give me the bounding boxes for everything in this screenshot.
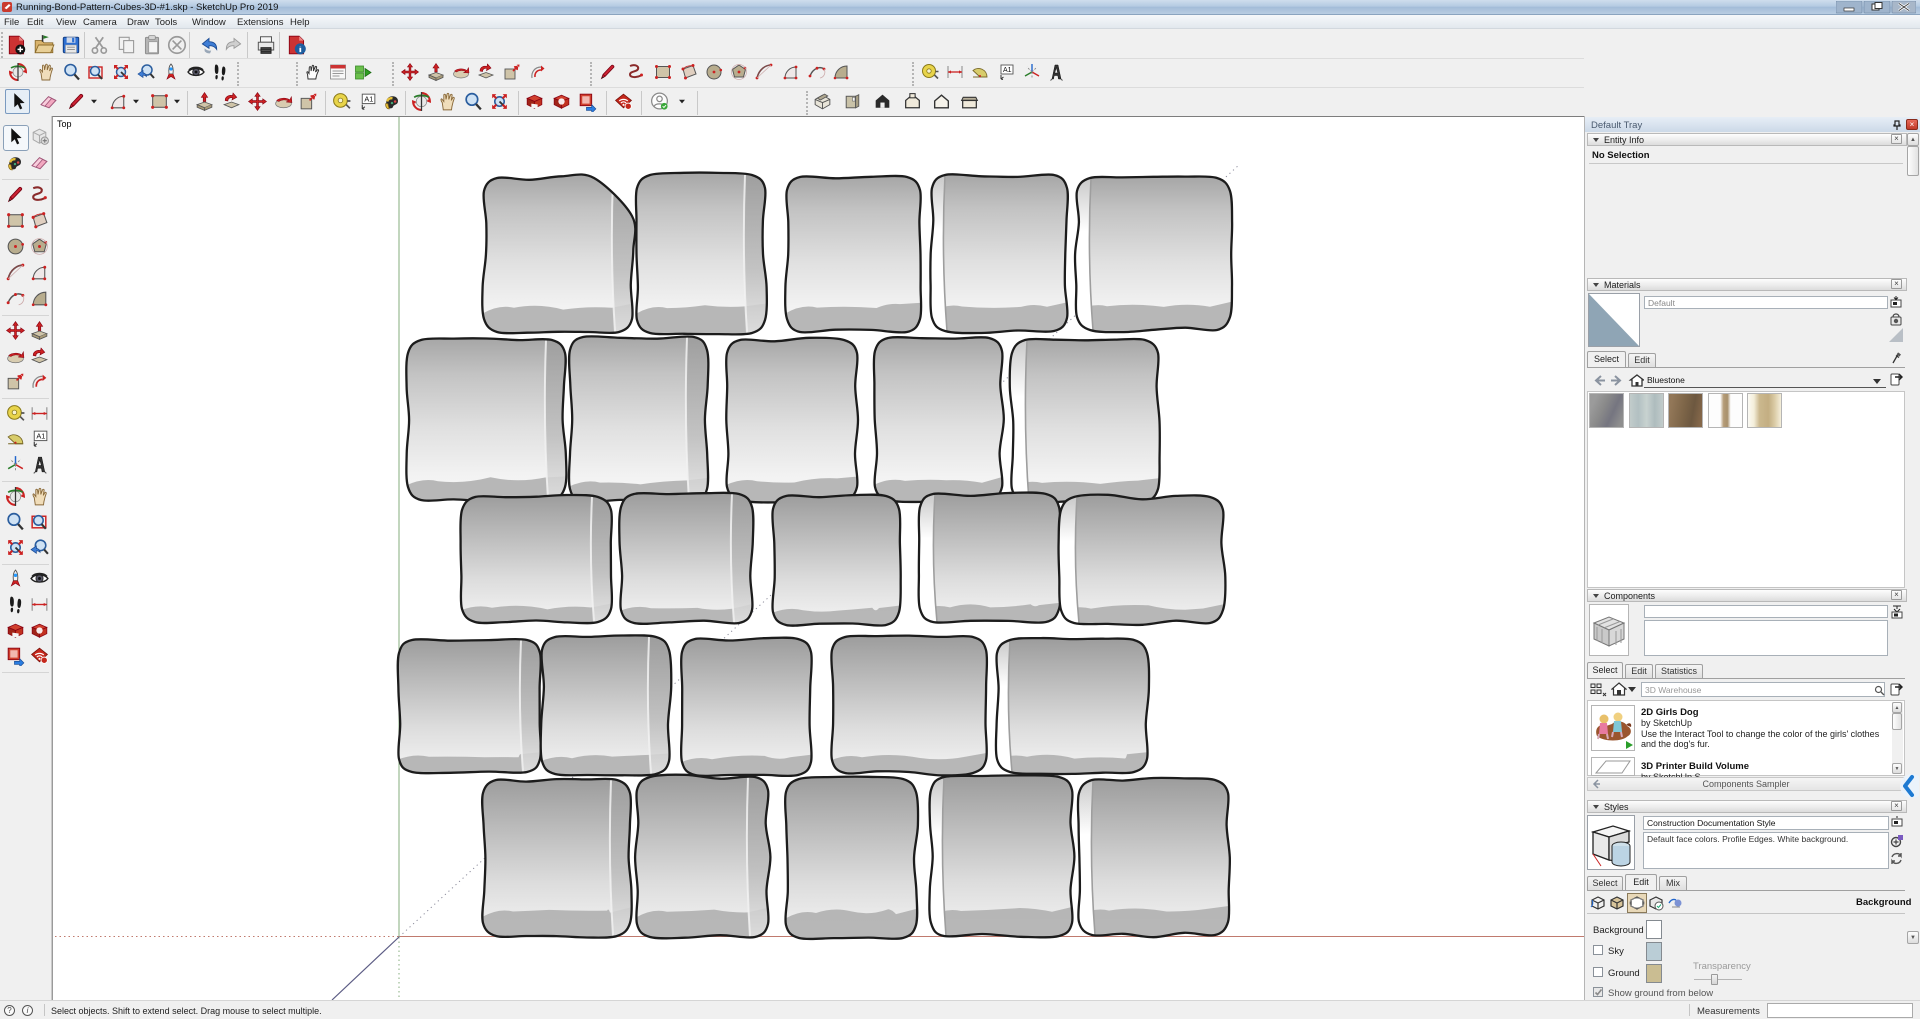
svg-text:A1: A1 xyxy=(36,432,45,441)
svg-text:A1: A1 xyxy=(1003,67,1012,74)
svg-text:A1: A1 xyxy=(364,95,373,104)
